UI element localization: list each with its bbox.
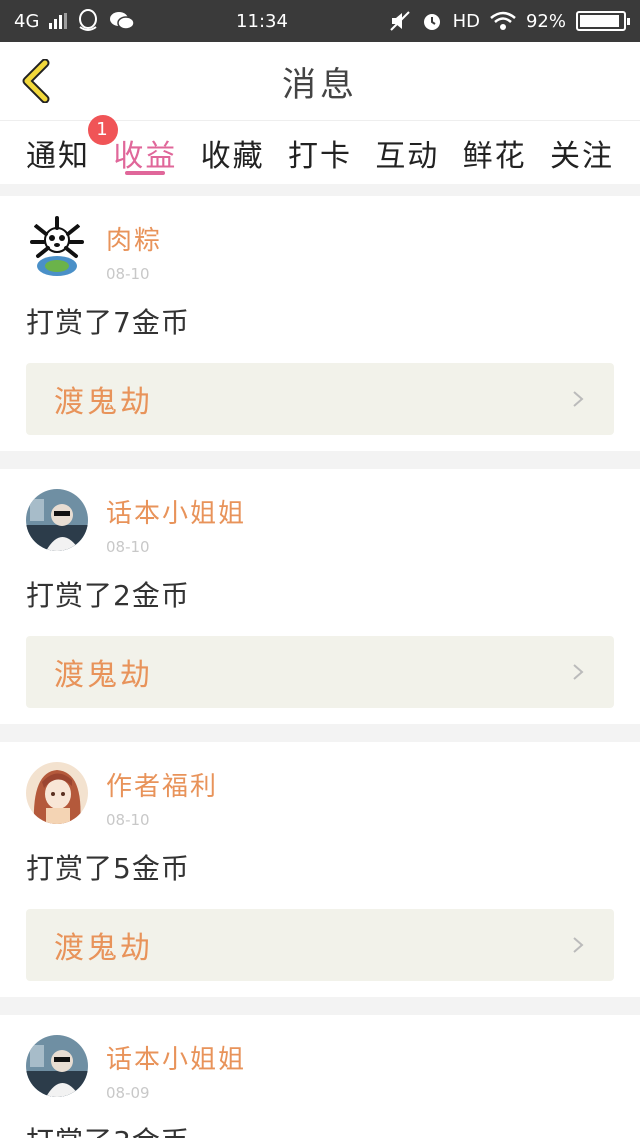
- reward-message: 打赏了3金币: [26, 1120, 614, 1138]
- photo-avatar-icon[interactable]: [26, 489, 88, 551]
- username[interactable]: 作者福利: [106, 766, 218, 803]
- alarm-icon: [423, 14, 440, 30]
- status-left: 4G: [14, 9, 136, 33]
- tab-interaction[interactable]: 互动: [375, 121, 439, 185]
- tab-label: 互动: [375, 138, 440, 174]
- card-meta: 话本小姐姐 08-10: [106, 489, 246, 556]
- card-header: 作者福利 08-10: [26, 762, 614, 829]
- tab-favorites[interactable]: 收藏: [201, 121, 265, 185]
- tab-flowers[interactable]: 鲜花: [463, 121, 527, 185]
- tab-notifications[interactable]: 通知 1: [26, 114, 118, 185]
- card-header: 肉粽 08-10: [26, 216, 614, 283]
- hd-label: HD: [452, 10, 480, 32]
- book-title: 渡鬼劫: [54, 385, 153, 420]
- tab-label: 收益: [113, 138, 178, 174]
- card-meta: 肉粽 08-10: [106, 216, 162, 283]
- tab-label: 关注: [549, 138, 614, 174]
- wechat-icon: [110, 12, 136, 30]
- book-link[interactable]: 渡鬼劫: [26, 909, 614, 981]
- username[interactable]: 肉粽: [106, 220, 162, 257]
- reward-card: 话本小姐姐 08-09 打赏了3金币: [0, 1015, 640, 1138]
- book-title: 渡鬼劫: [54, 658, 153, 693]
- card-meta: 话本小姐姐 08-09: [106, 1035, 246, 1102]
- username[interactable]: 话本小姐姐: [106, 493, 246, 530]
- status-right: HD 92%: [389, 10, 630, 32]
- timestamp: 08-09: [106, 1084, 150, 1102]
- reward-message: 打赏了2金币: [26, 579, 190, 612]
- network-label: 4G: [14, 10, 40, 32]
- status-bar: 4G 11:34 HD 92%: [0, 0, 640, 42]
- signal-icon: [49, 13, 68, 29]
- tab-label: 鲜花: [462, 138, 527, 174]
- chevron-right-icon: [573, 937, 584, 953]
- timestamp: 08-10: [106, 265, 150, 283]
- chevron-right-icon: [573, 391, 584, 407]
- card-header: 话本小姐姐 08-10: [26, 489, 614, 556]
- mute-icon: [389, 11, 410, 31]
- back-arrow-icon: [22, 59, 50, 103]
- reward-message: 打赏了7金币: [26, 306, 190, 339]
- chevron-right-icon: [573, 664, 584, 680]
- tab-label: 通知: [26, 138, 90, 174]
- book-link[interactable]: 渡鬼劫: [26, 636, 614, 708]
- panda-avatar-icon[interactable]: [26, 216, 88, 278]
- clock: 11:34: [236, 10, 288, 32]
- photo-avatar-icon[interactable]: [26, 1035, 88, 1097]
- wifi-icon: [490, 11, 516, 30]
- qq-icon: [79, 9, 98, 31]
- tab-checkin[interactable]: 打卡: [288, 121, 352, 185]
- card-meta: 作者福利 08-10: [106, 762, 218, 829]
- reward-card: 作者福利 08-10 打赏了5金币 渡鬼劫: [0, 742, 640, 997]
- message-feed: 肉粽 08-10 打赏了7金币 渡鬼劫 话本小姐姐 08-10 打赏了2金币 渡…: [0, 184, 640, 1138]
- back-button[interactable]: [16, 58, 56, 104]
- tab-following[interactable]: 关注: [550, 121, 614, 185]
- tab-label: 打卡: [287, 138, 352, 174]
- battery-percent: 92%: [525, 10, 566, 32]
- tab-label: 收藏: [200, 138, 265, 174]
- reward-card: 肉粽 08-10 打赏了7金币 渡鬼劫: [0, 196, 640, 451]
- timestamp: 08-10: [106, 811, 150, 829]
- card-header: 话本小姐姐 08-09: [26, 1035, 614, 1102]
- book-title: 渡鬼劫: [54, 931, 153, 966]
- battery-icon: [575, 11, 630, 31]
- username[interactable]: 话本小姐姐: [106, 1039, 246, 1076]
- tab-bar: 通知 1 收益 收藏 打卡 互动 鲜花 关注: [0, 114, 640, 185]
- timestamp: 08-10: [106, 538, 150, 556]
- tab-earnings[interactable]: 收益: [113, 121, 177, 185]
- book-link[interactable]: 渡鬼劫: [26, 363, 614, 435]
- reward-message: 打赏了5金币: [26, 852, 190, 885]
- anime-avatar-icon[interactable]: [26, 762, 88, 824]
- page-title: 消息: [282, 64, 358, 105]
- header: 消息: [0, 42, 640, 120]
- reward-card: 话本小姐姐 08-10 打赏了2金币 渡鬼劫: [0, 469, 640, 724]
